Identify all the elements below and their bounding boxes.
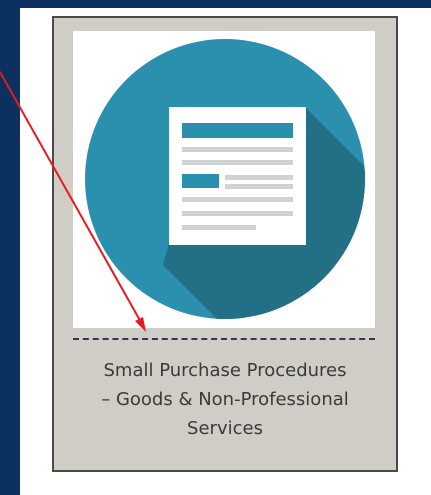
document-line xyxy=(182,211,293,216)
document-icon xyxy=(85,39,365,319)
tile-image xyxy=(73,31,375,328)
caption-line-2: – Goods & Non-Professional xyxy=(101,389,349,410)
sidebar-panel xyxy=(0,0,20,495)
caption-line-3: Services xyxy=(187,418,263,439)
document-image-block xyxy=(182,174,219,188)
document-header-bar xyxy=(182,123,293,138)
dashed-divider xyxy=(73,338,375,340)
caption-line-1: Small Purchase Procedures xyxy=(103,360,347,381)
document-line xyxy=(225,175,293,180)
document-line xyxy=(182,225,256,230)
document-line xyxy=(182,160,293,165)
document-line xyxy=(225,184,293,189)
top-band xyxy=(0,0,431,8)
tile-caption-link[interactable]: Small Purchase Procedures – Goods & Non-… xyxy=(64,356,386,443)
procedure-tile-link[interactable]: Small Purchase Procedures – Goods & Non-… xyxy=(52,16,398,472)
document-line xyxy=(182,197,293,202)
document-line xyxy=(182,147,293,152)
